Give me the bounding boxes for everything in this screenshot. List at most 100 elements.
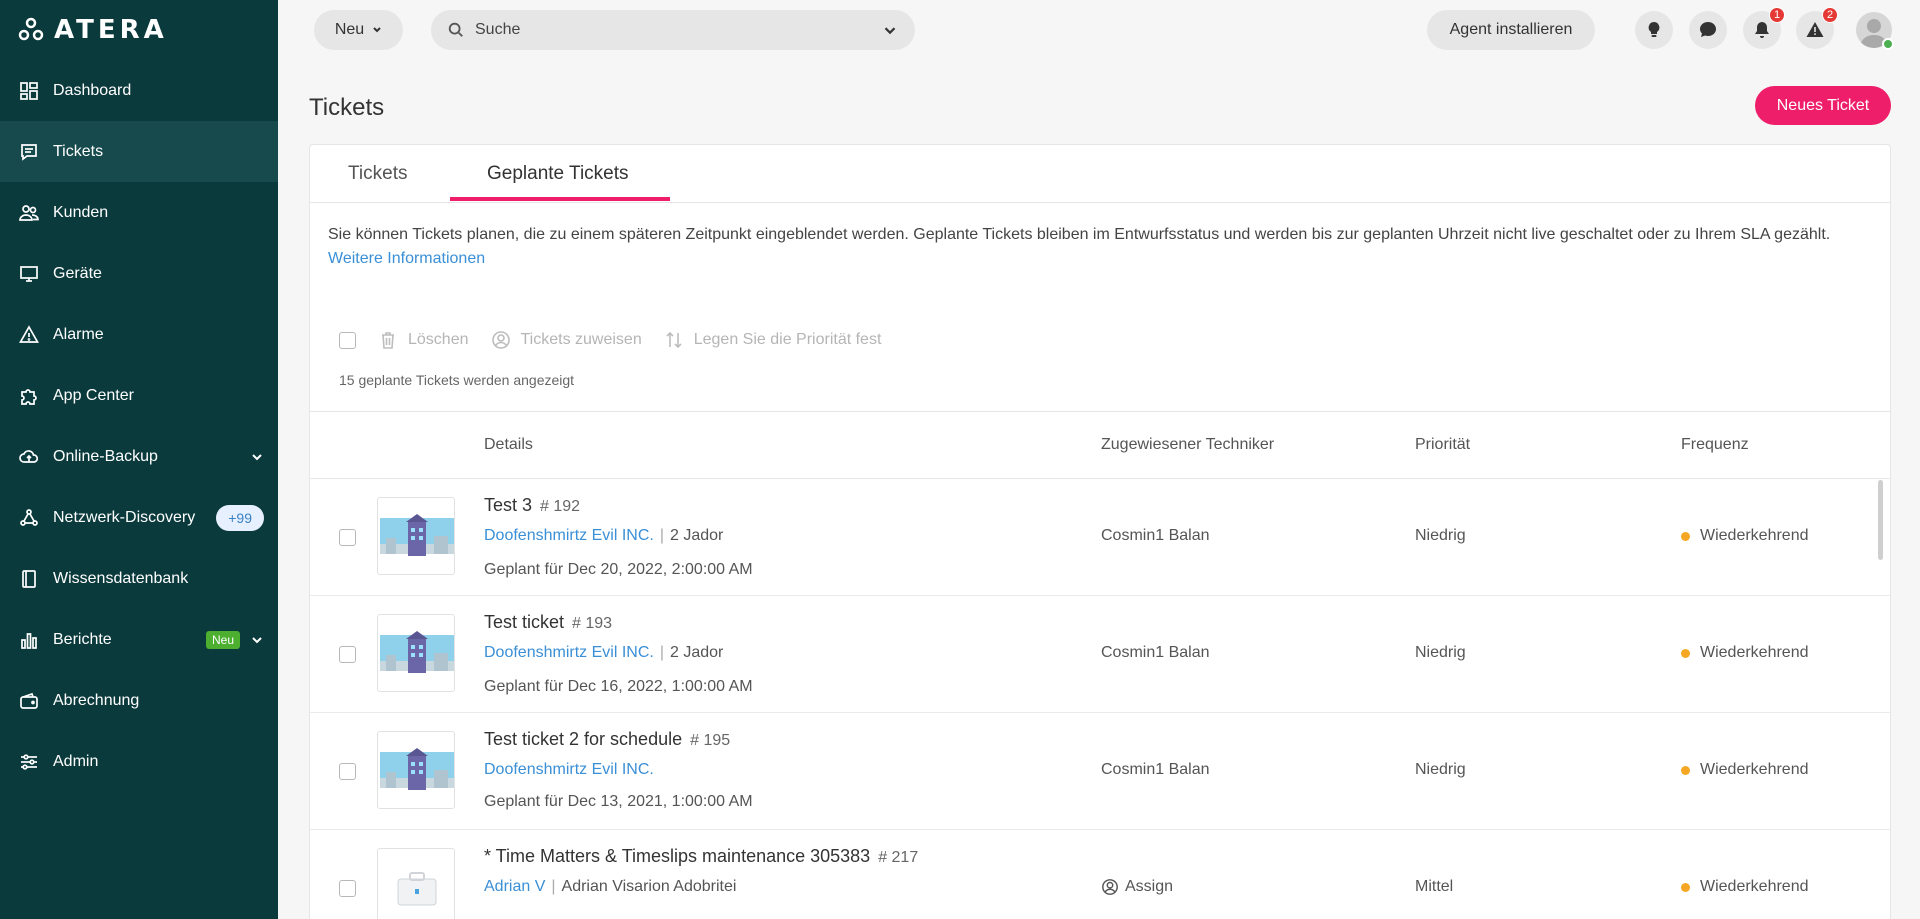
sidebar-item-abrechnung[interactable]: Abrechnung [0, 670, 278, 731]
atera-logo[interactable]: ATERA [0, 0, 278, 60]
lightbulb-icon[interactable] [1635, 11, 1673, 49]
new-ticket-button[interactable]: Neues Ticket [1755, 86, 1891, 125]
ticket-title[interactable]: * Time Matters & Timeslips maintenance 3… [484, 846, 918, 867]
sidebar-item-app-center[interactable]: App Center [0, 365, 278, 426]
online-status-dot [1882, 38, 1894, 50]
ticket-thumbnail [377, 614, 455, 692]
chevron-down-icon[interactable] [250, 450, 264, 464]
row-checkbox[interactable] [339, 529, 356, 546]
chevron-down-icon[interactable] [250, 633, 264, 647]
sliders-icon [18, 751, 40, 773]
column-technician[interactable]: Zugewiesener Techniker [1101, 436, 1274, 454]
ticket-client: Doofenshmirtz Evil INC. | 2 Jador [484, 644, 723, 662]
priority-value: Niedrig [1415, 761, 1466, 778]
column-priority[interactable]: Priorität [1415, 436, 1470, 454]
assigned-technician[interactable]: Cosmin1 Balan [1101, 644, 1210, 662]
table-scrollbar[interactable] [1878, 480, 1883, 560]
new-dropdown-button[interactable]: Neu [314, 10, 403, 50]
users-icon [18, 202, 40, 224]
sidebar-item-wissensdatenbank[interactable]: Wissensdatenbank [0, 548, 278, 609]
table-row[interactable]: Test ticket 2 for schedule # 195 Doofensh… [310, 713, 1890, 830]
sidebar-item-label: Geräte [53, 264, 102, 282]
ticket-title-text: * Time Matters & Timeslips maintenance 3… [484, 846, 871, 866]
install-agent-button[interactable]: Agent installieren [1427, 10, 1595, 50]
ticket-title[interactable]: Test ticket 2 for schedule # 195 [484, 729, 730, 750]
sidebar-item-alarme[interactable]: Alarme [0, 304, 278, 365]
separator: | [659, 644, 664, 661]
frequency-value: Wiederkehrend [1681, 761, 1809, 779]
page-title: Tickets [309, 94, 385, 121]
chevron-down-icon [373, 27, 381, 33]
frequency-dot [1681, 648, 1690, 658]
client-link[interactable]: Doofenshmirtz Evil INC. [484, 644, 654, 661]
ticket-number: # 193 [572, 615, 613, 632]
chevron-down-icon[interactable] [881, 21, 899, 39]
select-all-checkbox[interactable] [339, 331, 356, 349]
ticket-title-text: Test 3 [484, 495, 533, 515]
sidebar-item-netzwerk-discovery[interactable]: Netzwerk-Discovery +99 [0, 487, 278, 548]
frequency-value: Wiederkehrend [1681, 644, 1809, 662]
row-checkbox[interactable] [339, 763, 356, 780]
logo-text: ATERA [54, 15, 168, 45]
ticket-title[interactable]: Test ticket # 193 [484, 612, 612, 633]
alert-icon [18, 324, 40, 346]
alert-count-badge: 2 [1822, 7, 1838, 23]
info-description: Sie können Tickets planen, die zu einem … [328, 226, 1831, 243]
row-checkbox[interactable] [339, 880, 356, 897]
search-box[interactable] [431, 10, 915, 50]
sidebar-item-geraete[interactable]: Geräte [0, 243, 278, 304]
frequency-value: Wiederkehrend [1681, 878, 1809, 896]
sidebar-item-label: Alarme [53, 325, 104, 343]
search-input[interactable] [475, 21, 881, 39]
building-image [380, 748, 454, 790]
sidebar-item-label: Wissensdatenbank [53, 569, 189, 587]
sidebar-item-tickets[interactable]: Tickets [0, 121, 278, 182]
client-link[interactable]: Doofenshmirtz Evil INC. [484, 761, 654, 778]
row-checkbox[interactable] [339, 646, 356, 663]
assign-tickets-action[interactable]: Tickets zuweisen [491, 330, 642, 350]
column-frequency[interactable]: Frequenz [1681, 436, 1749, 454]
dashboard-icon [18, 80, 40, 102]
scheduled-time: Geplant für Dec 13, 2021, 1:00:00 AM [484, 793, 753, 810]
sidebar-item-berichte[interactable]: Berichte Neu [0, 609, 278, 670]
table-header: Details Zugewiesener Techniker Priorität… [310, 411, 1890, 479]
assigned-technician[interactable]: Cosmin1 Balan [1101, 761, 1210, 779]
contact-name: Adrian Visarion Adobritei [561, 878, 737, 895]
sidebar-item-online-backup[interactable]: Online-Backup [0, 426, 278, 487]
ticket-number: # 217 [878, 849, 919, 866]
table-row[interactable]: * Time Matters & Timeslips maintenance 3… [310, 830, 1890, 919]
new-dropdown-label: Neu [334, 21, 365, 38]
bell-icon[interactable]: 1 [1743, 7, 1785, 49]
learn-more-link[interactable]: Weitere Informationen [328, 250, 485, 267]
sidebar-item-label: Berichte [53, 630, 112, 648]
table-row[interactable]: Test 3 # 192 Doofenshmirtz Evil INC. | 2 Ja… [310, 479, 1890, 596]
separator: | [551, 878, 556, 895]
ticket-title[interactable]: Test 3 # 192 [484, 495, 580, 516]
sidebar: ATERA Dashboard Tickets Kunden Geräte Al… [0, 0, 278, 919]
frequency-text: Wiederkehrend [1700, 644, 1809, 661]
tab-tickets[interactable]: Tickets [348, 163, 407, 185]
column-details[interactable]: Details [484, 436, 533, 454]
scheduled-time: Geplant für Dec 16, 2022, 1:00:00 AM [484, 678, 753, 695]
puzzle-icon [18, 385, 40, 407]
tab-scheduled-tickets[interactable]: Geplante Tickets [487, 163, 629, 185]
set-priority-action[interactable]: Legen Sie die Priorität fest [664, 330, 881, 350]
assign-technician[interactable]: Assign [1101, 878, 1173, 896]
assigned-technician[interactable]: Cosmin1 Balan [1101, 527, 1210, 545]
delete-action[interactable]: Löschen [378, 330, 469, 350]
monitor-icon [18, 263, 40, 285]
client-link[interactable]: Adrian V [484, 878, 545, 895]
table-row[interactable]: Test ticket # 193 Doofenshmirtz Evil INC.… [310, 596, 1890, 713]
client-link[interactable]: Doofenshmirtz Evil INC. [484, 527, 654, 544]
sidebar-item-dashboard[interactable]: Dashboard [0, 60, 278, 121]
chat-icon[interactable] [1689, 11, 1727, 49]
ticket-client: Adrian V | Adrian Visarion Adobritei [484, 878, 736, 896]
priority-value: Niedrig [1415, 527, 1466, 544]
ticket-client: Doofenshmirtz Evil INC. [484, 761, 654, 779]
warning-icon[interactable]: 2 [1796, 7, 1838, 49]
count-badge: +99 [216, 504, 264, 531]
notification-count-badge: 1 [1769, 7, 1785, 23]
sidebar-item-kunden[interactable]: Kunden [0, 182, 278, 243]
sidebar-item-admin[interactable]: Admin [0, 731, 278, 792]
user-circle-icon [491, 331, 510, 349]
